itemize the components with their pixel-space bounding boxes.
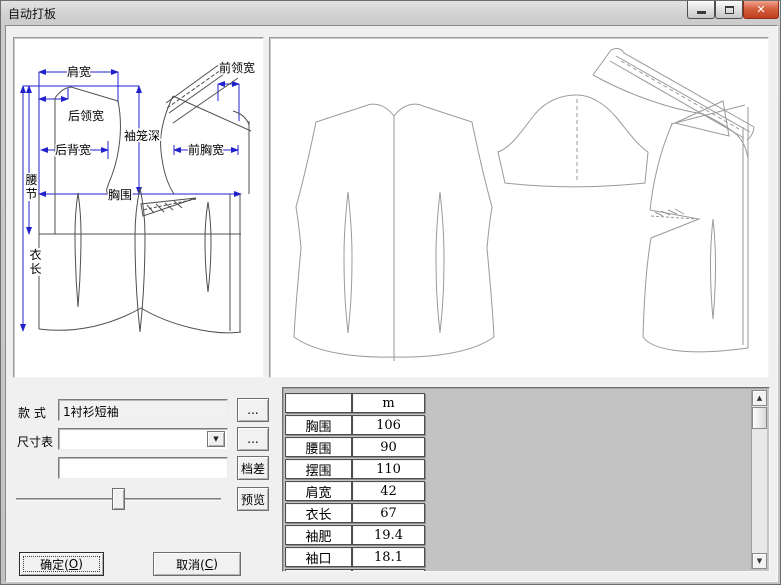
style-label: 款 式 <box>18 404 46 421</box>
pattern-outline <box>39 61 251 333</box>
style-value: 1衬衫短袖 <box>63 405 119 419</box>
browse-size-table-label: ... <box>247 432 258 446</box>
focus-rectangle <box>23 556 100 572</box>
table-cell-value[interactable]: 110 <box>352 459 425 479</box>
table-header-name <box>285 393 352 413</box>
size-table-combobox[interactable]: ▼ <box>58 428 228 450</box>
ok-button[interactable]: 确定(O) <box>19 552 104 576</box>
cancel-mnemonic: C <box>205 557 213 571</box>
diagram-label-group: 肩宽 前领宽 后领宽 袖笼深 后背宽 前胸宽 胸围 <box>55 60 255 202</box>
style-input[interactable]: 1衬衫短袖 <box>58 399 228 421</box>
scroll-down-button[interactable]: ▼ <box>752 553 767 569</box>
bust-label: 胸围 <box>108 187 132 202</box>
close-icon: ✕ <box>756 3 765 16</box>
pattern-preview <box>271 39 767 376</box>
scroll-up-icon: ▲ <box>757 394 762 402</box>
table-cell-value[interactable]: 90 <box>352 437 425 457</box>
browse-size-table-button[interactable]: ... <box>237 427 269 451</box>
pattern-pieces <box>294 49 754 361</box>
scroll-down-icon: ▼ <box>757 557 762 565</box>
table-scrollbar[interactable]: ▲ ▼ <box>751 390 767 569</box>
maximize-button[interactable] <box>715 1 743 19</box>
scroll-up-button[interactable]: ▲ <box>752 390 767 406</box>
scrollbar-thumb[interactable] <box>752 407 767 429</box>
waist-level-label: 腰节 <box>25 173 38 201</box>
table-row-name: 肩宽 <box>285 481 352 501</box>
table-row-name: 衣长 <box>285 503 352 523</box>
grade-button-label: 档差 <box>241 460 265 477</box>
shoulder-width-label: 肩宽 <box>67 64 91 79</box>
browse-style-label: ... <box>247 403 258 417</box>
dialog-window: 自动打板 ✕ <box>0 0 781 585</box>
cancel-label-suffix: ) <box>213 557 218 571</box>
combobox-dropdown-button[interactable]: ▼ <box>207 431 225 447</box>
front-chest-width-label: 前胸宽 <box>188 142 224 157</box>
table-row-partial <box>285 569 352 572</box>
preview-button[interactable]: 预览 <box>237 487 269 511</box>
title-bar[interactable]: 自动打板 ✕ <box>1 1 780 25</box>
table-cell-value[interactable]: 18.1 <box>352 547 425 567</box>
grade-input[interactable] <box>58 457 228 479</box>
minimize-button[interactable] <box>687 1 715 19</box>
table-cell-value[interactable]: 106 <box>352 415 425 435</box>
garment-length-label: 衣长 <box>29 248 42 276</box>
browse-style-button[interactable]: ... <box>237 398 269 422</box>
minimize-icon <box>697 11 706 14</box>
preview-button-label: 预览 <box>241 491 265 508</box>
measurement-diagram: 肩宽 前领宽 后领宽 袖笼深 后背宽 前胸宽 胸围 <box>17 41 260 372</box>
table-row-name: 胸围 <box>285 415 352 435</box>
table-header-unit: m <box>352 393 425 413</box>
table-row-partial <box>352 569 425 572</box>
cancel-button[interactable]: 取消(C) <box>153 552 241 576</box>
table-cell-value[interactable]: 42 <box>352 481 425 501</box>
table-cell-value[interactable]: 19.4 <box>352 525 425 545</box>
table-row-name: 袖肥 <box>285 525 352 545</box>
window-title: 自动打板 <box>8 5 56 22</box>
grade-button[interactable]: 档差 <box>237 456 269 480</box>
measurement-table: m 胸围 106 腰围 90 摆围 110 肩宽 42 衣长 67 袖肥 19.… <box>282 387 770 572</box>
cancel-label: 取消( <box>176 556 205 573</box>
back-neck-width-label: 后领宽 <box>68 108 104 123</box>
maximize-icon <box>725 6 734 14</box>
zoom-slider-thumb[interactable] <box>112 488 125 510</box>
chevron-down-icon: ▼ <box>213 435 218 443</box>
table-row-name: 腰围 <box>285 437 352 457</box>
size-table-label: 尺寸表 <box>17 433 53 450</box>
back-width-label: 后背宽 <box>55 142 91 157</box>
table-cell-value[interactable]: 67 <box>352 503 425 523</box>
armhole-depth-label: 袖笼深 <box>124 128 160 143</box>
table-row-name: 袖口 <box>285 547 352 567</box>
front-neck-width-label: 前领宽 <box>219 60 255 75</box>
close-button[interactable]: ✕ <box>743 1 779 19</box>
table-row-name: 摆围 <box>285 459 352 479</box>
